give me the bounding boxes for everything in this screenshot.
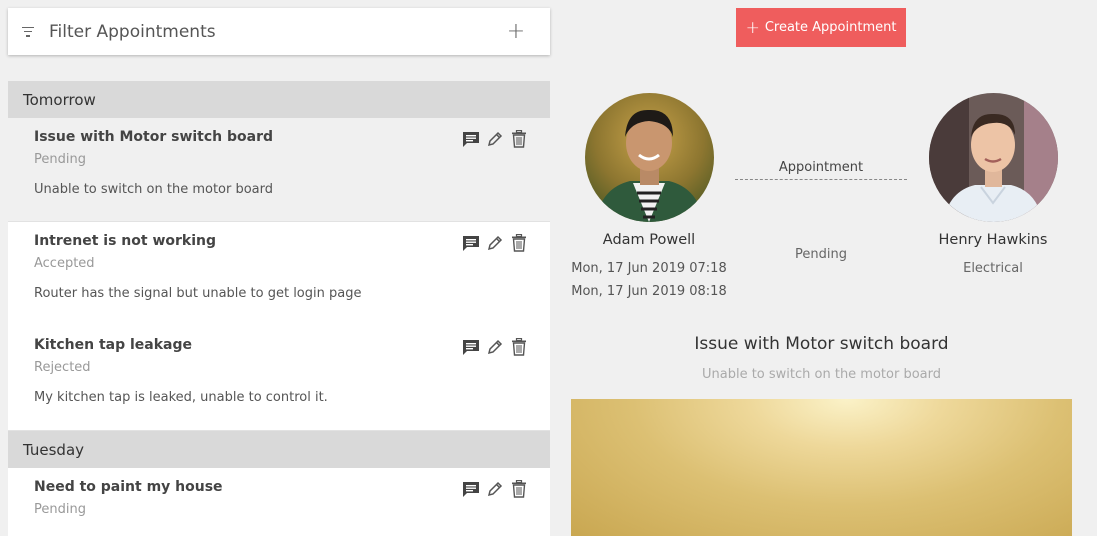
appointment-item[interactable]: Intrenet is not working Accepted Router … (8, 222, 550, 327)
create-appointment-label: Create Appointment (764, 20, 897, 35)
edit-icon[interactable] (486, 480, 504, 498)
connector-label: Appointment (778, 160, 864, 175)
appointment-status: Pending (34, 502, 86, 517)
customer-name: Adam Powell (602, 232, 696, 248)
appointment-description: Unable to switch on the motor board (34, 182, 274, 197)
edit-icon[interactable] (486, 338, 504, 356)
appointment-description: My kitchen tap is leaked, unable to cont… (34, 390, 328, 405)
appointment-item[interactable]: Need to paint my house Pending (8, 468, 550, 536)
delete-icon[interactable] (510, 234, 528, 252)
customer-avatar (585, 93, 714, 222)
delete-icon[interactable] (510, 480, 528, 498)
comment-icon[interactable] (462, 480, 480, 498)
detail-image (571, 399, 1072, 536)
group-header-tuesday: Tuesday (8, 431, 550, 468)
create-appointment-button[interactable]: + Create Appointment (736, 8, 906, 47)
connector-line (735, 179, 907, 180)
group-header-tomorrow: Tomorrow (8, 81, 550, 118)
appointment-status: Rejected (34, 360, 91, 375)
appointment-status: Accepted (34, 256, 95, 271)
comment-icon[interactable] (462, 338, 480, 356)
provider-avatar (929, 93, 1058, 222)
filter-icon[interactable] (22, 26, 34, 37)
filter-title: Filter Appointments (49, 21, 216, 42)
provider-name: Henry Hawkins (938, 232, 1048, 248)
comment-icon[interactable] (462, 234, 480, 252)
appointment-item[interactable]: Kitchen tap leakage Rejected My kitchen … (8, 326, 550, 431)
comment-icon[interactable] (462, 130, 480, 148)
edit-icon[interactable] (486, 130, 504, 148)
detail-title: Issue with Motor switch board (694, 334, 949, 354)
appointment-status: Pending (795, 247, 847, 262)
edit-icon[interactable] (486, 234, 504, 252)
detail-description: Unable to switch on the motor board (701, 367, 941, 382)
appointment-status: Pending (34, 152, 86, 167)
appointment-start-time: Mon, 17 Jun 2019 07:18 (571, 261, 727, 276)
filter-bar: Filter Appointments + (8, 8, 550, 55)
appointment-item[interactable]: Issue with Motor switch board Pending Un… (8, 118, 550, 222)
plus-icon: + (745, 17, 760, 38)
add-filter-button[interactable]: + (502, 19, 530, 44)
provider-category: Electrical (963, 261, 1023, 276)
appointment-description: Router has the signal but unable to get … (34, 286, 362, 301)
delete-icon[interactable] (510, 338, 528, 356)
appointment-end-time: Mon, 17 Jun 2019 08:18 (571, 284, 727, 299)
delete-icon[interactable] (510, 130, 528, 148)
